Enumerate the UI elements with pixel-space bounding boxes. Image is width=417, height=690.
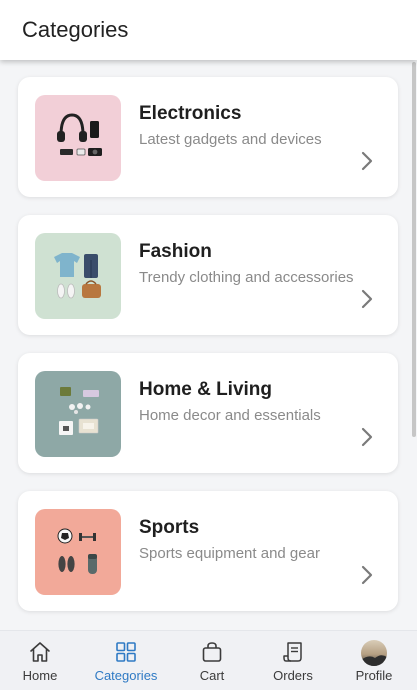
nav-item-categories[interactable]: Categories bbox=[86, 631, 166, 690]
category-card-home-living[interactable]: Home & Living Home decor and essentials bbox=[18, 353, 398, 473]
category-title: Fashion bbox=[139, 241, 212, 262]
category-card-fashion[interactable]: Fashion Trendy clothing and accessories bbox=[18, 215, 398, 335]
category-subtitle: Latest gadgets and devices bbox=[139, 131, 322, 148]
sports-image bbox=[35, 509, 121, 595]
nav-item-profile[interactable]: Profile bbox=[334, 631, 414, 690]
category-subtitle: Trendy clothing and accessories bbox=[139, 269, 354, 286]
category-subtitle: Home decor and essentials bbox=[139, 407, 321, 424]
category-title: Home & Living bbox=[139, 379, 273, 400]
category-card-sports[interactable]: Sports Sports equipment and gear bbox=[18, 491, 398, 611]
nav-item-home[interactable]: Home bbox=[0, 631, 80, 690]
category-card-electronics[interactable]: Electronics Latest gadgets and devices bbox=[18, 77, 398, 197]
category-list: Electronics Latest gadgets and devices F… bbox=[0, 60, 411, 630]
electronics-image bbox=[35, 95, 121, 181]
category-title: Electronics bbox=[139, 103, 242, 124]
category-title: Sports bbox=[139, 517, 200, 538]
bottom-navigation: Home Categories Cart Orders Profile bbox=[0, 630, 417, 690]
scrollbar-thumb[interactable] bbox=[412, 62, 416, 437]
chevron-right-icon bbox=[359, 427, 375, 447]
home-living-image bbox=[35, 371, 121, 457]
category-subtitle: Sports equipment and gear bbox=[139, 545, 320, 562]
nav-item-cart[interactable]: Cart bbox=[172, 631, 252, 690]
receipt-icon bbox=[281, 640, 305, 664]
chevron-right-icon bbox=[359, 289, 375, 309]
avatar bbox=[361, 640, 387, 666]
nav-label: Home bbox=[22, 668, 58, 683]
nav-label: Categories bbox=[94, 668, 158, 683]
fashion-image bbox=[35, 233, 121, 319]
bag-icon bbox=[200, 640, 224, 664]
home-icon bbox=[28, 640, 52, 664]
app-header: Categories bbox=[0, 0, 417, 60]
chevron-right-icon bbox=[359, 151, 375, 171]
nav-item-orders[interactable]: Orders bbox=[253, 631, 333, 690]
nav-label: Cart bbox=[199, 668, 225, 683]
grid-icon bbox=[114, 640, 138, 664]
chevron-right-icon bbox=[359, 565, 375, 585]
page-title: Categories bbox=[22, 17, 129, 42]
nav-label: Orders bbox=[273, 668, 313, 683]
nav-label: Profile bbox=[355, 668, 393, 683]
